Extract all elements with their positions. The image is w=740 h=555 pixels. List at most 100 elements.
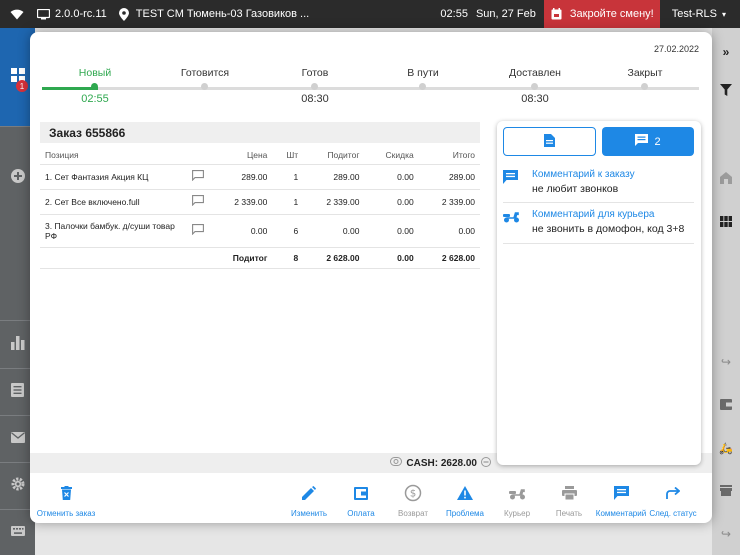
remove-payment-icon[interactable] bbox=[481, 456, 491, 470]
user-name: Test-RLS bbox=[671, 8, 717, 20]
calendar-icon bbox=[550, 7, 564, 21]
table-row[interactable]: 3. Палочки бамбук. д/суши товар РФ 0.00 6 0… bbox=[40, 213, 480, 247]
status-step-time: 08:30 bbox=[521, 93, 549, 105]
status-step: Новый 02:55 bbox=[50, 67, 140, 105]
item-qty: 1 bbox=[272, 188, 304, 214]
table-header: Позиция Цена Шт Подитог Скидка Итого bbox=[40, 146, 480, 164]
item-subtotal: 289.00 bbox=[303, 163, 365, 189]
comment-title: Комментарий к заказу bbox=[532, 169, 635, 180]
courier-button[interactable]: Курьер bbox=[489, 483, 545, 518]
status-progress-track bbox=[42, 87, 699, 90]
totals-subtotal: 2 628.00 bbox=[303, 246, 365, 269]
edit-button[interactable]: Изменить bbox=[281, 483, 337, 518]
status-step-dot bbox=[419, 83, 426, 90]
item-price: 289.00 bbox=[209, 163, 273, 189]
status-step-dot bbox=[201, 83, 208, 90]
comment-item: Комментарий к заказу не любит звонков bbox=[503, 168, 694, 203]
comment-button[interactable]: Комментарий bbox=[593, 483, 649, 518]
cancel-order-button[interactable]: Отменить заказ bbox=[34, 483, 98, 518]
table-row[interactable]: 1. Сет Фантазия Акция КЦ 289.00 1 289.00 0.0… bbox=[40, 163, 480, 189]
grid-view-button[interactable] bbox=[712, 214, 740, 230]
refund-button[interactable]: $ Возврат bbox=[385, 483, 441, 518]
right-sidebar: » ↪ 🛵 ↪ bbox=[712, 28, 740, 555]
status-step-dot bbox=[311, 83, 318, 90]
close-shift-label: Закройте смену! bbox=[569, 8, 654, 20]
store-button[interactable] bbox=[712, 483, 740, 499]
totals-total: 2 628.00 bbox=[418, 246, 480, 269]
status-step-time: 08:30 bbox=[301, 93, 329, 105]
trash-icon bbox=[34, 483, 98, 503]
warning-icon bbox=[437, 483, 493, 503]
status-step: Доставлен 08:30 bbox=[490, 67, 580, 105]
column-header: Скидка bbox=[385, 149, 414, 160]
next-status-button[interactable]: След. статус bbox=[645, 483, 701, 518]
comment-icon bbox=[503, 170, 518, 186]
printer-icon bbox=[541, 483, 597, 503]
totals-qty: 8 bbox=[272, 246, 304, 269]
forward-button[interactable]: ↪ bbox=[712, 354, 740, 370]
scooter-icon: 🛵 bbox=[719, 442, 733, 455]
totals-label: Подитог bbox=[209, 246, 273, 269]
status-bar: 2.0.0-rc.11 TEST CM Тюмень-03 Газовиков … bbox=[0, 0, 740, 28]
item-comment-button[interactable] bbox=[185, 188, 209, 214]
home-button[interactable] bbox=[712, 171, 740, 187]
tab-details[interactable] bbox=[503, 127, 596, 156]
column-header: Шт bbox=[286, 149, 299, 160]
item-price: 0.00 bbox=[209, 213, 273, 247]
order-modal: 27.02.2022 Новый 02:55 Готовится Готов 08:30… bbox=[30, 32, 712, 523]
scooter-icon bbox=[489, 483, 545, 503]
problem-label: Проблема bbox=[446, 509, 484, 518]
refund-icon: $ bbox=[385, 483, 441, 503]
comment-count: 2 bbox=[654, 135, 661, 148]
status-step-label: Готовится bbox=[180, 67, 230, 79]
payment-button[interactable]: Оплата bbox=[333, 483, 389, 518]
user-menu[interactable]: Test-RLS ▾ bbox=[672, 8, 726, 20]
column-header: Позиция bbox=[45, 149, 79, 160]
comment-text: не любит звонков bbox=[532, 183, 619, 195]
status-step-time: 02:55 bbox=[81, 93, 109, 105]
next-button[interactable]: ↪ bbox=[712, 526, 740, 542]
order-date: 27.02.2022 bbox=[653, 44, 699, 54]
comment-outline-icon bbox=[192, 224, 204, 237]
close-shift-button[interactable]: Закройте смену! bbox=[543, 0, 660, 28]
filter-button[interactable] bbox=[712, 83, 740, 99]
item-comment-button[interactable] bbox=[185, 213, 209, 247]
cash-icon bbox=[390, 457, 403, 469]
order-title: Заказ 655866 bbox=[40, 122, 480, 143]
sidebar-item-keyboard[interactable] bbox=[0, 522, 35, 542]
status-step-label: Новый bbox=[78, 67, 112, 79]
edit-label: Изменить bbox=[290, 509, 328, 518]
refund-label: Возврат bbox=[398, 509, 428, 518]
status-step-label: В пути bbox=[407, 67, 439, 79]
wifi-icon bbox=[10, 7, 24, 21]
pencil-icon bbox=[281, 483, 337, 503]
status-step-dot bbox=[531, 83, 538, 90]
tab-comments[interactable]: 2 bbox=[602, 127, 694, 156]
status-step: В пути bbox=[378, 67, 468, 90]
problem-button[interactable]: Проблема bbox=[437, 483, 493, 518]
clock-time: 02:55 bbox=[440, 8, 468, 20]
location-name[interactable]: TEST CM Тюмень-03 Газовиков ... bbox=[136, 8, 309, 20]
double-chevron-right-icon: » bbox=[722, 45, 730, 59]
scooter-button[interactable]: 🛵 bbox=[712, 440, 740, 456]
column-header bbox=[185, 146, 209, 164]
column-header: Итого bbox=[452, 149, 475, 160]
list-icon bbox=[11, 383, 24, 399]
forward-arrow-icon bbox=[645, 483, 701, 503]
status-step: Готовится bbox=[160, 67, 250, 90]
print-label: Печать bbox=[555, 509, 583, 518]
comments-panel: 2 Комментарий к заказу не любит звонков … bbox=[497, 121, 701, 465]
item-comment-button[interactable] bbox=[185, 163, 209, 189]
item-total: 2 339.00 bbox=[418, 188, 480, 214]
wallet-button[interactable] bbox=[712, 397, 740, 413]
table-row[interactable]: 2. Сет Все включено.full 2 339.00 1 2 339.0… bbox=[40, 188, 480, 214]
cash-amount: CASH: 2628.00 bbox=[406, 457, 477, 469]
mail-icon bbox=[10, 431, 25, 445]
comment-label: Комментарий bbox=[595, 509, 647, 518]
expand-button[interactable]: » bbox=[712, 44, 740, 60]
item-discount: 0.00 bbox=[364, 213, 419, 247]
print-button[interactable]: Печать bbox=[541, 483, 597, 518]
column-header: Цена bbox=[246, 149, 268, 160]
comment-text: не звонить в домофон, код 3+8 bbox=[532, 223, 685, 235]
comment-title: Комментарий для курьера bbox=[532, 209, 655, 220]
